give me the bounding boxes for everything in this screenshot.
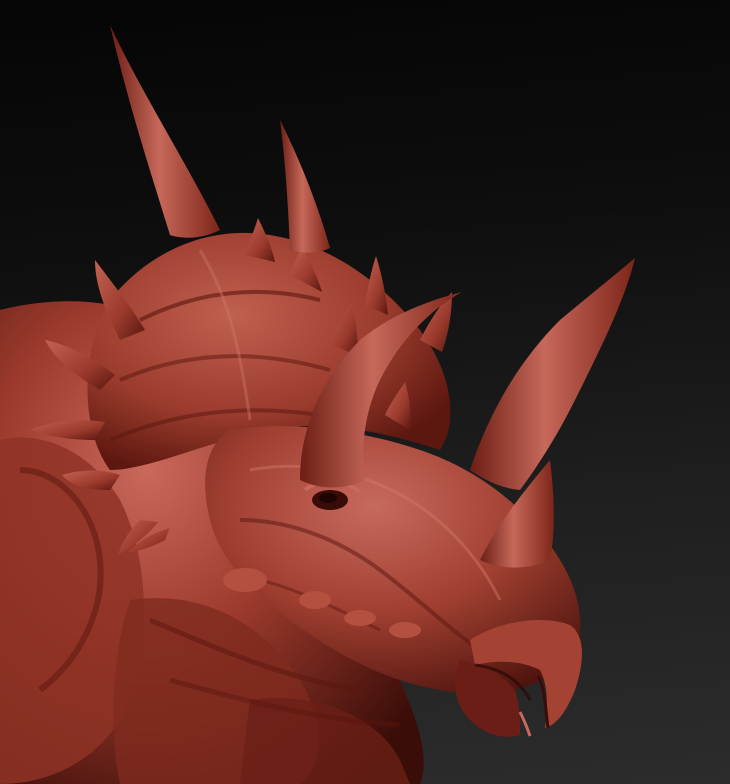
creature-sculpt bbox=[0, 25, 635, 784]
render-viewport bbox=[0, 0, 730, 784]
tall-horns bbox=[110, 25, 330, 253]
